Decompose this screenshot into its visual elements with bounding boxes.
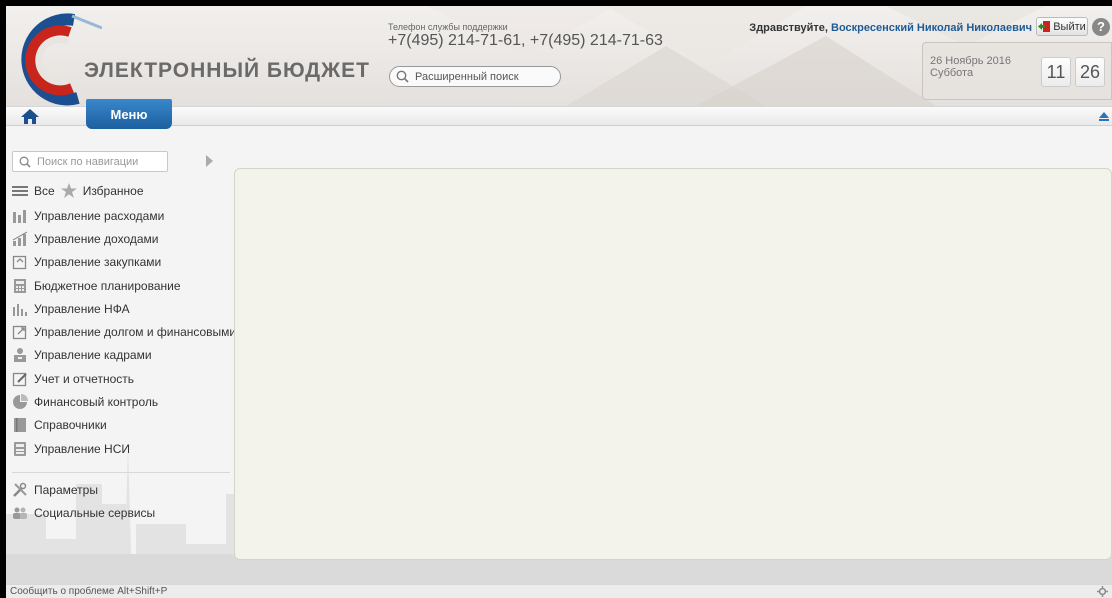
navigation-search-placeholder: Поиск по навигации: [37, 155, 139, 168]
navigation-bar: Меню: [6, 99, 1112, 129]
logout-icon: [1038, 21, 1051, 32]
expenses-icon: [13, 209, 26, 223]
sidebar-item-label: Социальные сервисы: [34, 505, 156, 520]
debt-icon: [12, 325, 27, 340]
sidebar-item-label: Управление НФА: [34, 301, 130, 316]
support-label: Телефон службы поддержки: [388, 22, 508, 32]
main-content-panel: [234, 168, 1112, 560]
calculator-icon: [14, 278, 26, 293]
search-icon: [19, 156, 31, 168]
time-hours: 11: [1041, 57, 1071, 87]
users-icon: [13, 507, 27, 519]
personnel-icon: [14, 348, 26, 363]
report-problem-link[interactable]: Сообщить о проблеме Alt+Shift+P: [10, 586, 167, 597]
sidebar-item-label: Управление долгом и финансовыми: [34, 325, 234, 340]
gear-icon[interactable]: [1097, 586, 1108, 597]
greeting: Здравствуйте, Воскресенский Николай Нико…: [749, 22, 1032, 34]
extended-search-button[interactable]: Расширенный поиск: [389, 66, 561, 87]
sidebar-item-budget-planning[interactable]: Бюджетное планирование: [12, 274, 234, 297]
nsi-icon: [14, 441, 26, 456]
logo-text: ЭЛЕКТРОННЫЙ БЮДЖЕТ: [84, 59, 370, 82]
logout-label: Выйти: [1053, 20, 1086, 33]
home-icon[interactable]: [20, 108, 40, 126]
footer: Сообщить о проблеме Alt+Shift+P: [6, 584, 1112, 598]
greeting-prefix: Здравствуйте,: [749, 22, 828, 34]
sidebar-item-social-services[interactable]: Социальные сервисы: [12, 501, 155, 524]
sidebar-item-nsi[interactable]: Управление НСИ: [12, 437, 234, 460]
sidebar-item-financial-control[interactable]: Финансовый контроль: [12, 390, 234, 413]
sidebar-item-personnel[interactable]: Управление кадрами: [12, 344, 234, 367]
nav-favorites-link[interactable]: Избранное: [83, 184, 144, 198]
navigation-search-input[interactable]: Поиск по навигации: [12, 151, 168, 172]
date-block: 26 Ноябрь 2016 Суббота: [930, 55, 1011, 79]
sidebar-item-label: Управление кадрами: [34, 348, 152, 363]
income-icon: [12, 231, 28, 246]
extended-search-label: Расширенный поиск: [415, 70, 519, 83]
sidebar-item-label: Управление закупками: [34, 255, 162, 270]
app-window: ЭЛЕКТРОННЫЙ БЮДЖЕТ Телефон службы поддер…: [6, 6, 1112, 598]
search-go-arrow-icon[interactable]: [206, 155, 213, 167]
book-icon: [14, 418, 26, 433]
support-phone: +7(495) 214-71-61, +7(495) 214-71-63: [388, 32, 663, 49]
sidebar-item-label: Параметры: [34, 482, 98, 497]
search-icon: [396, 70, 409, 83]
electronic-budget-logo: [21, 13, 102, 106]
sidebar-item-label: Управление доходами: [34, 231, 159, 246]
sidebar: Поиск по навигации Все Избранное Управле…: [6, 127, 234, 584]
sidebar-item-label: Бюджетное планирование: [34, 278, 181, 293]
date-time-panel: 26 Ноябрь 2016 Суббота 11 26: [922, 42, 1112, 100]
list-icon: [12, 185, 28, 196]
current-date: 26 Ноябрь 2016: [930, 55, 1011, 67]
secondary-navigation-list: Параметры Социальные сервисы: [12, 478, 155, 525]
sidebar-divider: [12, 472, 230, 473]
sidebar-item-label: Учет и отчетность: [34, 371, 134, 386]
sidebar-item-accounting[interactable]: Учет и отчетность: [12, 367, 234, 390]
sidebar-item-nfa[interactable]: Управление НФА: [12, 297, 234, 320]
sidebar-item-label: Справочники: [34, 418, 107, 433]
edit-report-icon: [12, 372, 27, 386]
menu-tab[interactable]: Меню: [86, 99, 172, 129]
tools-icon: [13, 482, 27, 497]
current-weekday: Суббота: [930, 67, 974, 79]
nav-filter-row: Все Избранное: [12, 183, 144, 198]
purchases-icon: [12, 256, 27, 270]
bar-chart-icon: [13, 303, 27, 316]
sidebar-item-directories[interactable]: Справочники: [12, 414, 234, 437]
star-icon: [60, 183, 77, 198]
sidebar-item-label: Управление НСИ: [34, 441, 130, 456]
sidebar-item-income[interactable]: Управление доходами: [12, 227, 234, 250]
header: ЭЛЕКТРОННЫЙ БЮДЖЕТ Телефон службы поддер…: [6, 6, 1112, 106]
time-minutes: 26: [1075, 57, 1105, 87]
logout-button[interactable]: Выйти: [1036, 17, 1088, 36]
sidebar-item-purchases[interactable]: Управление закупками: [12, 251, 234, 274]
sidebar-item-debt[interactable]: Управление долгом и финансовыми: [12, 320, 234, 343]
nav-all-link[interactable]: Все: [34, 184, 55, 198]
navigation-list: Управление расходами Управление доходами…: [12, 204, 234, 460]
collapse-header-icon[interactable]: [1098, 110, 1110, 122]
help-icon[interactable]: ?: [1092, 18, 1110, 36]
sidebar-item-parameters[interactable]: Параметры: [12, 478, 155, 501]
sidebar-item-label: Финансовый контроль: [34, 395, 159, 410]
pie-chart-icon: [13, 394, 28, 410]
user-name-link[interactable]: Воскресенский Николай Николаевич: [831, 22, 1032, 34]
sidebar-item-label: Управление расходами: [34, 208, 165, 223]
sidebar-item-expenses[interactable]: Управление расходами: [12, 204, 234, 227]
